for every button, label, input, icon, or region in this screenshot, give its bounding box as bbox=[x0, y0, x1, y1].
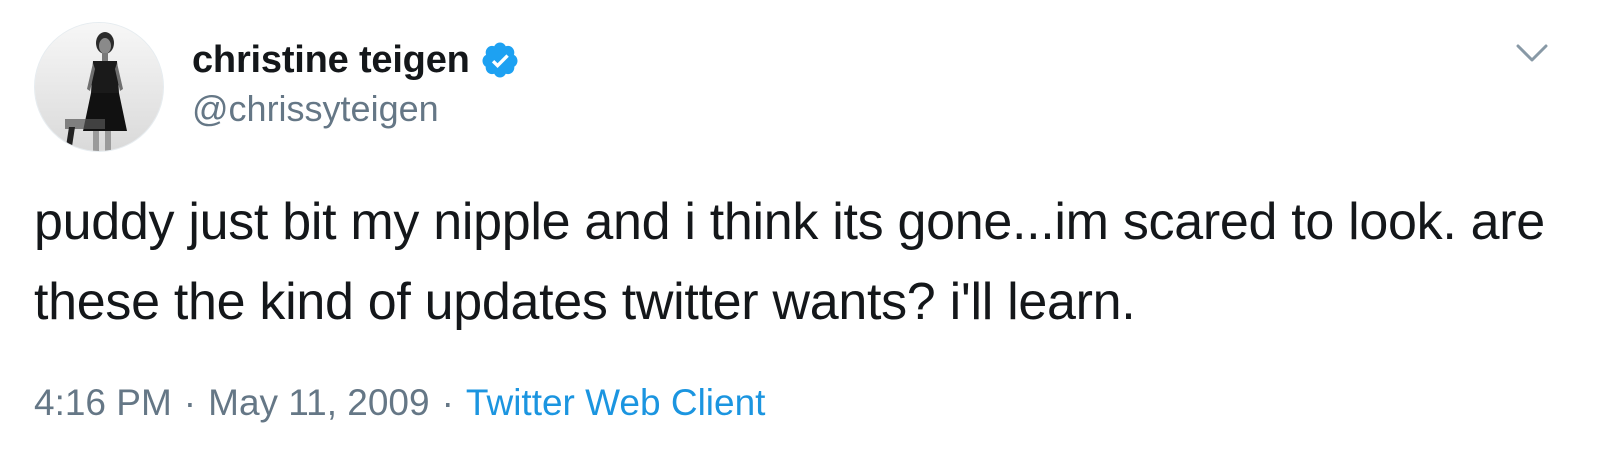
user-handle[interactable]: @chrissyteigen bbox=[192, 88, 439, 130]
display-name[interactable]: christine teigen bbox=[192, 39, 470, 82]
tweet-time[interactable]: 4:16 PM bbox=[34, 382, 172, 424]
user-name-row: christine teigen bbox=[192, 36, 520, 84]
verified-badge-icon bbox=[480, 40, 520, 80]
avatar[interactable] bbox=[34, 22, 164, 152]
meta-separator: · bbox=[441, 382, 454, 423]
chevron-down-icon[interactable] bbox=[1512, 38, 1552, 68]
avatar-photo-icon bbox=[35, 23, 163, 151]
tweet-source-link[interactable]: Twitter Web Client bbox=[466, 382, 766, 424]
tweet-text: puddy just bit my nipple and i think its… bbox=[34, 193, 1545, 331]
tweet-date[interactable]: May 11, 2009 bbox=[208, 382, 429, 424]
meta-separator: · bbox=[183, 382, 197, 423]
tweet-card: christine teigen @chrissyteigen puddy ju… bbox=[0, 0, 1600, 470]
tweet-meta: 4:16 PM · May 11, 2009 · Twitter Web Cli… bbox=[34, 382, 765, 424]
